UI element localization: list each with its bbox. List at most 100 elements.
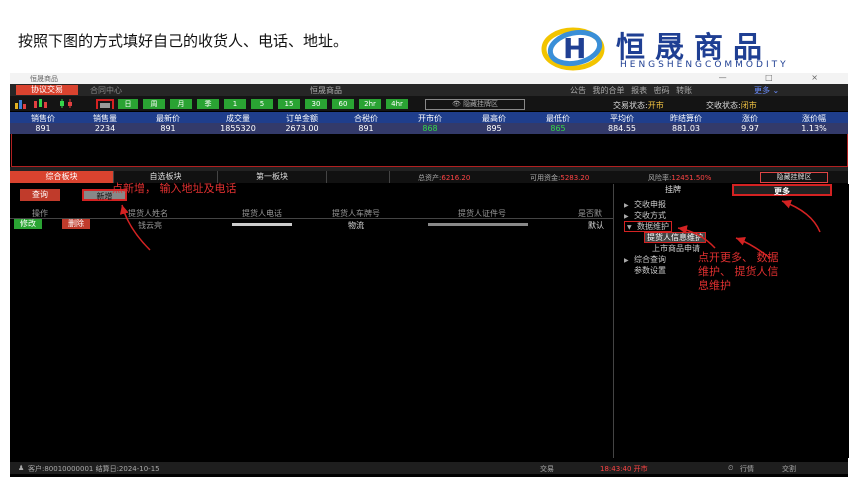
col-plate: 提货人车牌号 — [332, 209, 380, 218]
delivery-status-value: 闭市 — [740, 101, 757, 110]
available-funds-value: 5283.20 — [560, 174, 590, 182]
client-info: 客户:80010000001 结算日:2024-10-15 — [28, 465, 160, 473]
status-deliver[interactable]: 交割 — [782, 464, 796, 474]
tab-comprehensive-board[interactable]: 综合板块 — [10, 171, 114, 183]
quote-cell: 884.55 — [608, 124, 636, 133]
available-funds-label: 可用资金: — [530, 174, 561, 182]
hide-listing-label: 隐藏挂牌区 — [463, 100, 499, 108]
quote-cell: 868 — [422, 124, 438, 133]
period-day[interactable]: 日 — [118, 99, 138, 109]
slide-instruction: 按照下图的方式填好自己的收货人、电话、地址。 — [18, 32, 349, 50]
tree-label: 交收申报 — [634, 200, 666, 209]
tab-more[interactable]: 更多 — [732, 184, 832, 196]
menu-protocol-trade[interactable]: 协议交易 — [16, 85, 78, 95]
period-week[interactable]: 周 — [143, 99, 165, 109]
status-trade: 交易 — [540, 465, 554, 473]
col-name: 提货人姓名 — [128, 209, 168, 218]
table-row[interactable]: 修改 删除 钱云亮 物流 默认 — [10, 219, 613, 231]
window-titlebar: 恒晟商品 — □ × — [10, 73, 848, 84]
expand-arrow-icon: ▶ — [624, 257, 629, 264]
quote-cell: 2673.00 — [285, 124, 319, 133]
menu-bar: 协议交易 合同中心 恒晟商品 公告 我的合单 报表 密码 转账 更多 ⌄ — [10, 84, 848, 96]
quote-cell: 891 — [358, 124, 374, 133]
total-assets-value: 6216.20 — [441, 174, 471, 182]
kline-chart-icon[interactable] — [32, 98, 48, 109]
right-tabs: 挂牌 更多 — [614, 184, 849, 196]
delivery-status: 交收状态:闭市 — [706, 100, 757, 111]
hide-listing-button[interactable]: 👁 隐藏挂牌区 — [425, 99, 525, 110]
col-operation: 操作 — [32, 209, 48, 218]
quote-header: 销售价 销售量 最新价 成交量 订单金额 合税价 开市价 最高价 最低价 平均价… — [10, 112, 848, 123]
status-market[interactable]: 行情 — [740, 464, 754, 474]
tree-label: 数据维护 — [637, 222, 669, 231]
pickup-info-panel: 查询 新增 操作 提货人姓名 提货人电话 提货人车牌号 提货人证件号 是否默 修… — [10, 184, 613, 458]
status-bar: ♟ 客户:80010000001 结算日:2024-10-15 交易 18:43… — [10, 462, 848, 474]
pickup-vehicle: 物流 — [348, 221, 364, 230]
menu-contract-center[interactable]: 合同中心 — [90, 85, 122, 96]
tree-label: 提货人信息维护 — [644, 232, 706, 243]
candle-icon[interactable] — [58, 98, 76, 109]
period-15[interactable]: 15 — [278, 99, 300, 109]
right-panel: 挂牌 更多 ▶ 交收申报 ▶ 交收方式 ▼ 数据维护 提货人信息维护 上市商品申请 ▶… — [613, 184, 849, 458]
collapse-arrow-icon: ▼ — [627, 224, 632, 231]
modify-button[interactable]: 修改 — [14, 219, 42, 229]
col-default: 是否默 — [578, 209, 602, 218]
tree-label: 参数设置 — [634, 266, 666, 275]
quote-cell: 1.13% — [801, 124, 827, 133]
logo-english: HENGSHENGCOMMODITY — [620, 60, 789, 70]
window-controls[interactable]: — □ × — [719, 73, 836, 82]
user-icon: ♟ — [18, 464, 25, 472]
masked-id — [428, 223, 528, 226]
period-5[interactable]: 5 — [251, 99, 273, 109]
tree-comprehensive-query[interactable]: ▶ 综合查询 — [624, 254, 666, 265]
delete-button[interactable]: 删除 — [62, 219, 90, 229]
menu-center-title: 恒晟商品 — [310, 86, 342, 95]
tree-pickup-info-maintenance[interactable]: 提货人信息维护 — [644, 232, 706, 243]
col-phone: 提货人电话 — [242, 209, 282, 218]
bar-chart-icon[interactable] — [14, 98, 28, 109]
quote-cell: 9.97 — [741, 124, 759, 133]
tab-listing[interactable]: 挂牌 — [614, 184, 732, 196]
quote-cell: 891 — [35, 124, 51, 133]
trade-status-label: 交易状态: — [613, 101, 648, 110]
logo-emblem-icon: H — [541, 27, 605, 71]
total-assets: 总资产:6216.20 — [418, 173, 470, 183]
clock-icon: ⏲ — [728, 464, 734, 472]
tree-param-settings[interactable]: 参数设置 — [634, 265, 666, 276]
hide-listing-area-button[interactable]: 隐藏挂牌区 — [760, 172, 828, 183]
period-1[interactable]: 1 — [224, 99, 246, 109]
period-30[interactable]: 30 — [305, 99, 327, 109]
tab-empty — [327, 171, 390, 183]
company-logo: H 恒晟商品 HENGSHENGCOMMODITY — [540, 22, 855, 74]
available-funds: 可用资金:5283.20 — [530, 173, 589, 183]
period-month[interactable]: 月 — [170, 99, 192, 109]
pickup-name: 钱云亮 — [138, 221, 162, 230]
chart-toolbar: 日 周 月 季 1 5 15 30 60 2hr 4hr 👁 隐藏挂牌区 交易状… — [10, 96, 848, 111]
period-season[interactable]: 季 — [197, 99, 219, 109]
tree-delivery-method[interactable]: ▶ 交收方式 — [624, 210, 666, 221]
query-button[interactable]: 查询 — [20, 189, 60, 201]
calendar-icon[interactable] — [96, 98, 114, 109]
quote-cell: 895 — [486, 124, 502, 133]
period-2hr[interactable]: 2hr — [359, 99, 381, 109]
quote-list-area — [11, 134, 848, 167]
masked-phone — [232, 223, 292, 226]
tree-delivery-declare[interactable]: ▶ 交收申报 — [624, 199, 666, 210]
tree-data-maintenance[interactable]: ▼ 数据维护 — [624, 221, 672, 232]
period-60[interactable]: 60 — [332, 99, 354, 109]
window-title: 恒晟商品 — [30, 75, 58, 83]
annotation-more: 点开更多、 数据维护、 提货人信息维护 — [698, 251, 779, 292]
menu-more[interactable]: 更多 ⌄ — [754, 85, 779, 96]
annotation-add: 点新增， 输入地址及电话 — [112, 182, 237, 195]
trade-status: 交易状态:开市 — [613, 100, 664, 111]
risk-rate: 风险率:12451.50% — [648, 173, 711, 183]
quote-row[interactable]: 891 2234 891 1855320 2673.00 891 868 895… — [10, 123, 848, 134]
quote-cell: 865 — [550, 124, 566, 133]
risk-rate-label: 风险率: — [648, 174, 672, 182]
quote-cell: 1855320 — [220, 124, 256, 133]
tree-label: 上市商品申请 — [652, 244, 700, 253]
tree-listing-apply[interactable]: 上市商品申请 — [652, 243, 700, 254]
menu-right-items[interactable]: 公告 我的合单 报表 密码 转账 — [570, 85, 692, 96]
period-4hr[interactable]: 4hr — [386, 99, 408, 109]
expand-arrow-icon: ▶ — [624, 202, 629, 209]
